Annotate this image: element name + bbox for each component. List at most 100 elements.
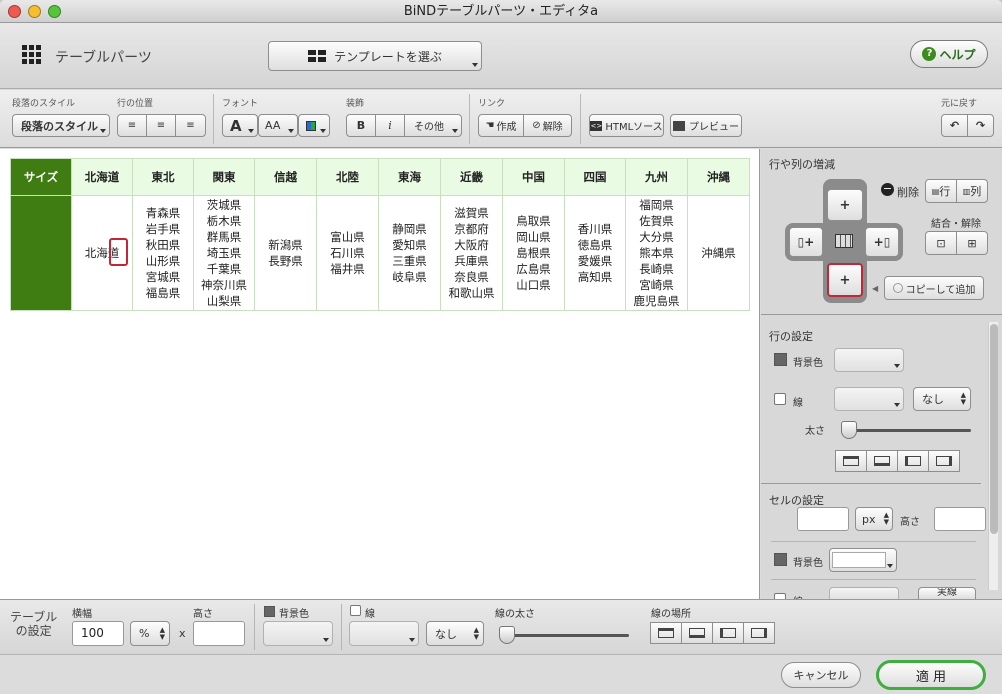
template-select-button[interactable]: テンプレートを選ぶ xyxy=(268,41,482,71)
add-row-above-button[interactable]: + xyxy=(827,189,863,221)
font-group-label: フォント xyxy=(222,99,259,109)
table-width-input[interactable]: 100 xyxy=(72,621,124,646)
remove-link-button[interactable]: ⊘ 解除 xyxy=(523,114,572,137)
font-select[interactable]: A xyxy=(222,114,258,137)
row-bg-color-select[interactable] xyxy=(834,348,904,372)
table-header-cell[interactable]: 信越 xyxy=(254,158,317,196)
add-col-right-button[interactable]: +▯ xyxy=(865,227,899,257)
table-cell[interactable]: 静岡県 愛知県 三重県 岐阜県 xyxy=(378,195,441,311)
table-bg-color-select[interactable] xyxy=(263,621,333,646)
table-header-cell[interactable]: 東海 xyxy=(378,158,441,196)
cell-bg-color-select[interactable] xyxy=(829,548,897,572)
table-header-cell[interactable]: 四国 xyxy=(564,158,626,196)
html-source-button[interactable]: <> HTMLソース xyxy=(589,114,664,137)
table-header-cell[interactable]: サイズ xyxy=(10,158,72,196)
table-header-cell[interactable]: 沖縄 xyxy=(687,158,750,196)
table-cell[interactable]: 香川県 徳島県 愛媛県 高知県 xyxy=(564,195,626,311)
table-cell[interactable]: 青森県 岩手県 秋田県 山形県 宮城県 福島県 xyxy=(132,195,194,311)
table-header-cell[interactable]: 関東 xyxy=(193,158,255,196)
table-cell[interactable]: 新潟県 長野県 xyxy=(254,195,317,311)
link-group-label: リンク xyxy=(478,99,506,109)
split-cells-button[interactable]: ⊞ xyxy=(956,231,988,255)
table-cell-editing[interactable]: 北海道 xyxy=(71,195,133,311)
preview-button[interactable]: プレビュー xyxy=(670,114,742,137)
bottom-divider xyxy=(341,604,342,650)
table-line-checkbox[interactable] xyxy=(350,605,361,616)
row-thickness-slider-thumb[interactable] xyxy=(841,421,857,439)
table-header-cell[interactable]: 近畿 xyxy=(440,158,503,196)
copy-add-button[interactable]: コピーして追加 xyxy=(884,276,984,300)
add-col-left-button[interactable]: ▯+ xyxy=(789,227,823,257)
cancel-button[interactable]: キャンセル xyxy=(781,662,861,688)
help-icon: ? xyxy=(922,47,937,61)
table-header-cell[interactable]: 北陸 xyxy=(316,158,379,196)
bold-button[interactable]: B xyxy=(346,114,376,137)
undo-button[interactable]: ↶ xyxy=(941,114,968,137)
row-thickness-slider-track[interactable] xyxy=(847,429,971,432)
zoom-window-button[interactable] xyxy=(48,5,61,18)
table-header-cell[interactable]: 北海道 xyxy=(71,158,133,196)
table-border-left-button[interactable] xyxy=(712,622,744,644)
delete-col-button[interactable]: ▥ 列 xyxy=(956,179,988,203)
cell-width-input[interactable] xyxy=(797,507,849,531)
table-cell[interactable] xyxy=(10,195,72,311)
other-decoration-select[interactable]: その他 xyxy=(404,114,462,137)
align-right-button[interactable]: ≡ xyxy=(175,114,206,137)
panel-scrollbar[interactable] xyxy=(988,322,998,590)
table-height-input[interactable] xyxy=(193,621,245,646)
table-cell[interactable]: 滋賀県 京都府 大阪府 兵庫県 奈良県 和歌山県 xyxy=(440,195,503,311)
row-line-checkbox[interactable] xyxy=(774,393,786,405)
merge-label: 結合・解除 xyxy=(931,219,981,230)
cell-line-color-select[interactable] xyxy=(829,587,899,599)
table-line-width-thumb[interactable] xyxy=(499,626,515,644)
scrollbar-thumb[interactable] xyxy=(990,324,998,534)
cell-bg-swatch xyxy=(774,553,787,566)
toolbar-divider xyxy=(469,94,470,144)
paragraph-style-select[interactable]: 段落のスタイル xyxy=(12,114,110,137)
cell-height-label: 高さ xyxy=(900,517,920,528)
border-top-button[interactable] xyxy=(835,450,867,472)
table-border-bottom-button[interactable] xyxy=(681,622,713,644)
table-header-cell[interactable]: 九州 xyxy=(625,158,688,196)
border-left-button[interactable] xyxy=(897,450,929,472)
table-line-width-track[interactable] xyxy=(505,634,629,637)
align-center-button[interactable]: ≡ xyxy=(146,114,176,137)
apply-button[interactable]: 適 用 xyxy=(876,660,986,690)
merge-cells-button[interactable]: ⊡ xyxy=(925,231,957,255)
table-header-cell[interactable]: 中国 xyxy=(502,158,565,196)
right-settings-panel: 行や列の増減 + ▯+ +▯ + − 削除 ▤ 行 ▥ 列 結合・解除 ⊡ ⊞ ◀ … xyxy=(761,149,1002,608)
row-line-style-select[interactable]: なし ▲ ▼ xyxy=(913,387,971,411)
delete-row-button[interactable]: ▤ 行 xyxy=(925,179,957,203)
table-cell[interactable]: 富山県 石川県 福井県 xyxy=(316,195,379,311)
editor-window: BiNDテーブルパーツ・エディタa テーブルパーツ テンプレートを選ぶ ? ヘル… xyxy=(0,0,1002,694)
table-line-style-select[interactable]: なし ▲ ▼ xyxy=(426,621,484,646)
align-left-icon: ≡ xyxy=(127,120,137,131)
table-cell[interactable]: 福岡県 佐賀県 大分県 熊本県 長崎県 宮崎県 鹿児島県 xyxy=(625,195,688,311)
create-link-button[interactable]: ☚ 作成 xyxy=(478,114,524,137)
table-cell[interactable]: 茨城県 栃木県 群馬県 埼玉県 千葉県 神奈川県 山梨県 xyxy=(193,195,255,311)
border-bottom-button[interactable] xyxy=(866,450,898,472)
align-left-button[interactable]: ≡ xyxy=(117,114,147,137)
help-button[interactable]: ? ヘルプ xyxy=(910,40,988,68)
table-width-unit-select[interactable]: % ▲ ▼ xyxy=(130,621,170,646)
cell-unit-select[interactable]: px ▲ ▼ xyxy=(855,507,893,531)
font-size-select[interactable]: AA xyxy=(258,114,298,137)
close-window-button[interactable] xyxy=(8,5,21,18)
italic-button[interactable]: i xyxy=(375,114,405,137)
width-label: 横幅 xyxy=(72,609,92,620)
table-border-top-button[interactable] xyxy=(650,622,682,644)
table-line-color-select[interactable] xyxy=(349,621,419,646)
cell-height-input[interactable] xyxy=(934,507,986,531)
font-color-select[interactable] xyxy=(298,114,330,137)
table-border-right-button[interactable] xyxy=(743,622,775,644)
cell-line-style-select[interactable]: 実線 xyxy=(918,587,976,599)
minimize-window-button[interactable] xyxy=(28,5,41,18)
table-cell[interactable]: 鳥取県 岡山県 島根県 広島県 山口県 xyxy=(502,195,565,311)
table-cell[interactable]: 沖縄県 xyxy=(687,195,750,311)
table-header-cell[interactable]: 東北 xyxy=(132,158,194,196)
add-row-below-button[interactable]: + xyxy=(827,263,863,297)
border-right-button[interactable] xyxy=(928,450,960,472)
cell-settings-title: セルの設定 xyxy=(769,494,824,507)
redo-button[interactable]: ↷ xyxy=(967,114,994,137)
row-line-color-select[interactable] xyxy=(834,387,904,411)
